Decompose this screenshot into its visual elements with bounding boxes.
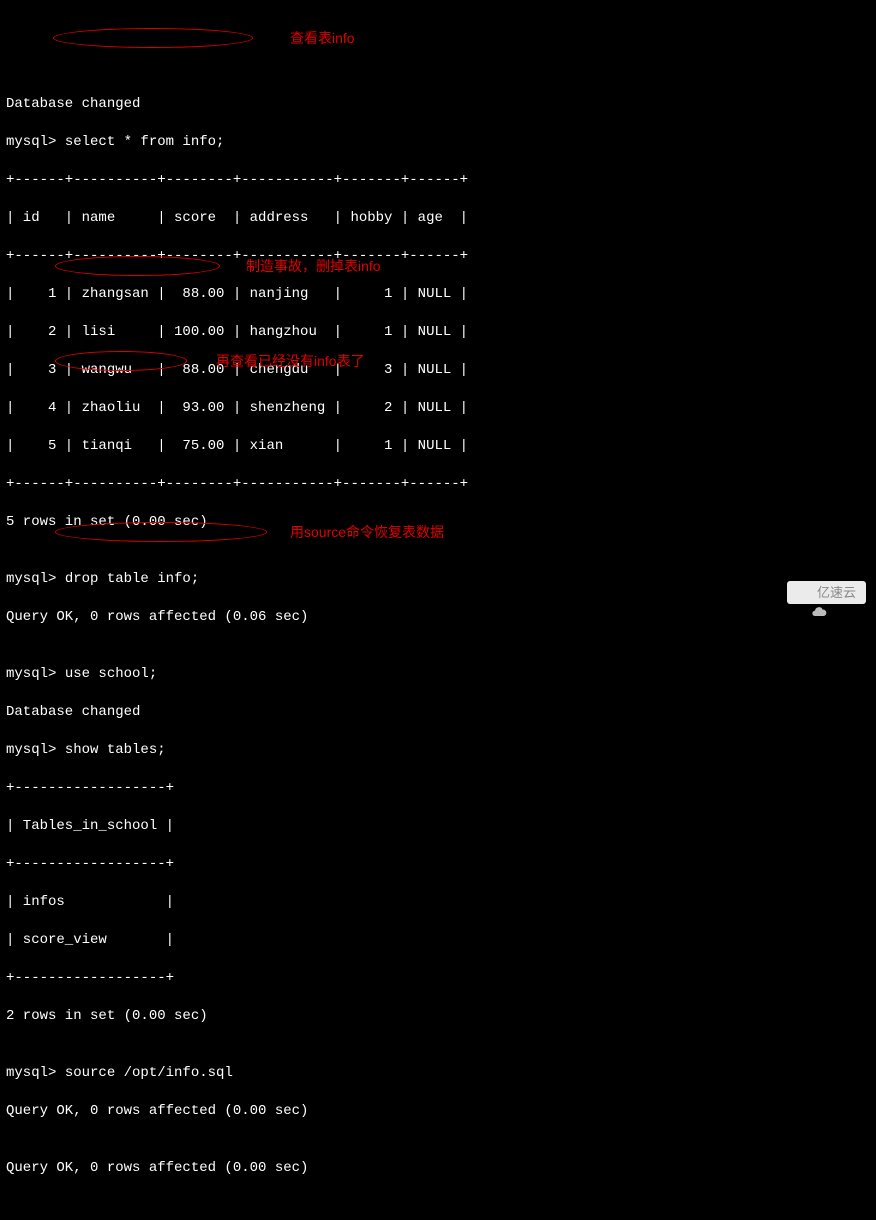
- annotation-show: 再查看已经没有info表了: [216, 352, 365, 371]
- prompt-line-show[interactable]: mysql> show tables;: [6, 741, 870, 760]
- table2-border: +------------------+: [6, 855, 870, 874]
- table2-row: | score_view |: [6, 931, 870, 950]
- table-border-top: +------+----------+--------+-----------+…: [6, 171, 870, 190]
- table-header-row: | id | name | score | address | hobby | …: [6, 209, 870, 228]
- cloud-icon: [797, 585, 813, 601]
- mysql-prompt: mysql>: [6, 571, 65, 587]
- output-db-changed: Database changed: [6, 95, 870, 114]
- output-query-ok: Query OK, 0 rows affected (0.00 sec): [6, 1159, 870, 1178]
- mysql-prompt: mysql>: [6, 666, 65, 682]
- output-query-ok: Query OK, 0 rows affected (0.06 sec): [6, 608, 870, 627]
- output-query-ok: Query OK, 0 rows affected (0.00 sec): [6, 1102, 870, 1121]
- highlight-circle-select: [53, 28, 253, 48]
- mysql-prompt: mysql>: [6, 1065, 65, 1081]
- output-rows-in-set: 2 rows in set (0.00 sec): [6, 1007, 870, 1026]
- table2-header: | Tables_in_school |: [6, 817, 870, 836]
- annotation-drop: 制造事故，删掉表info: [246, 257, 381, 276]
- table-row: | 1 | zhangsan | 88.00 | nanjing | 1 | N…: [6, 285, 870, 304]
- table-border-mid: +------+----------+--------+-----------+…: [6, 247, 870, 266]
- cmd-select-info: select * from info;: [65, 134, 225, 150]
- table2-border: +------------------+: [6, 969, 870, 988]
- cmd-source-sql: source /opt/info.sql: [65, 1065, 233, 1081]
- mysql-prompt: mysql>: [6, 742, 65, 758]
- watermark-badge: 亿速云: [787, 581, 866, 604]
- annotation-source: 用source命令恢复表数据: [290, 523, 444, 542]
- prompt-line-drop[interactable]: mysql> drop table info;: [6, 570, 870, 589]
- watermark-text: 亿速云: [817, 583, 856, 602]
- table-row: | 3 | wangwu | 88.00 | chengdu | 3 | NUL…: [6, 361, 870, 380]
- table-border-bot: +------+----------+--------+-----------+…: [6, 475, 870, 494]
- prompt-line-select[interactable]: mysql> select * from info;: [6, 133, 870, 152]
- table-row: | 2 | lisi | 100.00 | hangzhou | 1 | NUL…: [6, 323, 870, 342]
- cmd-drop-table: drop table info;: [65, 571, 199, 587]
- prompt-line-use[interactable]: mysql> use school;: [6, 665, 870, 684]
- table2-border: +------------------+: [6, 779, 870, 798]
- prompt-line-source[interactable]: mysql> source /opt/info.sql: [6, 1064, 870, 1083]
- mysql-prompt: mysql>: [6, 134, 65, 150]
- output-db-changed: Database changed: [6, 703, 870, 722]
- table-row: | 5 | tianqi | 75.00 | xian | 1 | NULL |: [6, 437, 870, 456]
- table-row: | 4 | zhaoliu | 93.00 | shenzheng | 2 | …: [6, 399, 870, 418]
- cmd-use-school: use school;: [65, 666, 157, 682]
- cmd-show-tables: show tables;: [65, 742, 166, 758]
- table2-row: | infos |: [6, 893, 870, 912]
- annotation-select: 查看表info: [290, 29, 355, 48]
